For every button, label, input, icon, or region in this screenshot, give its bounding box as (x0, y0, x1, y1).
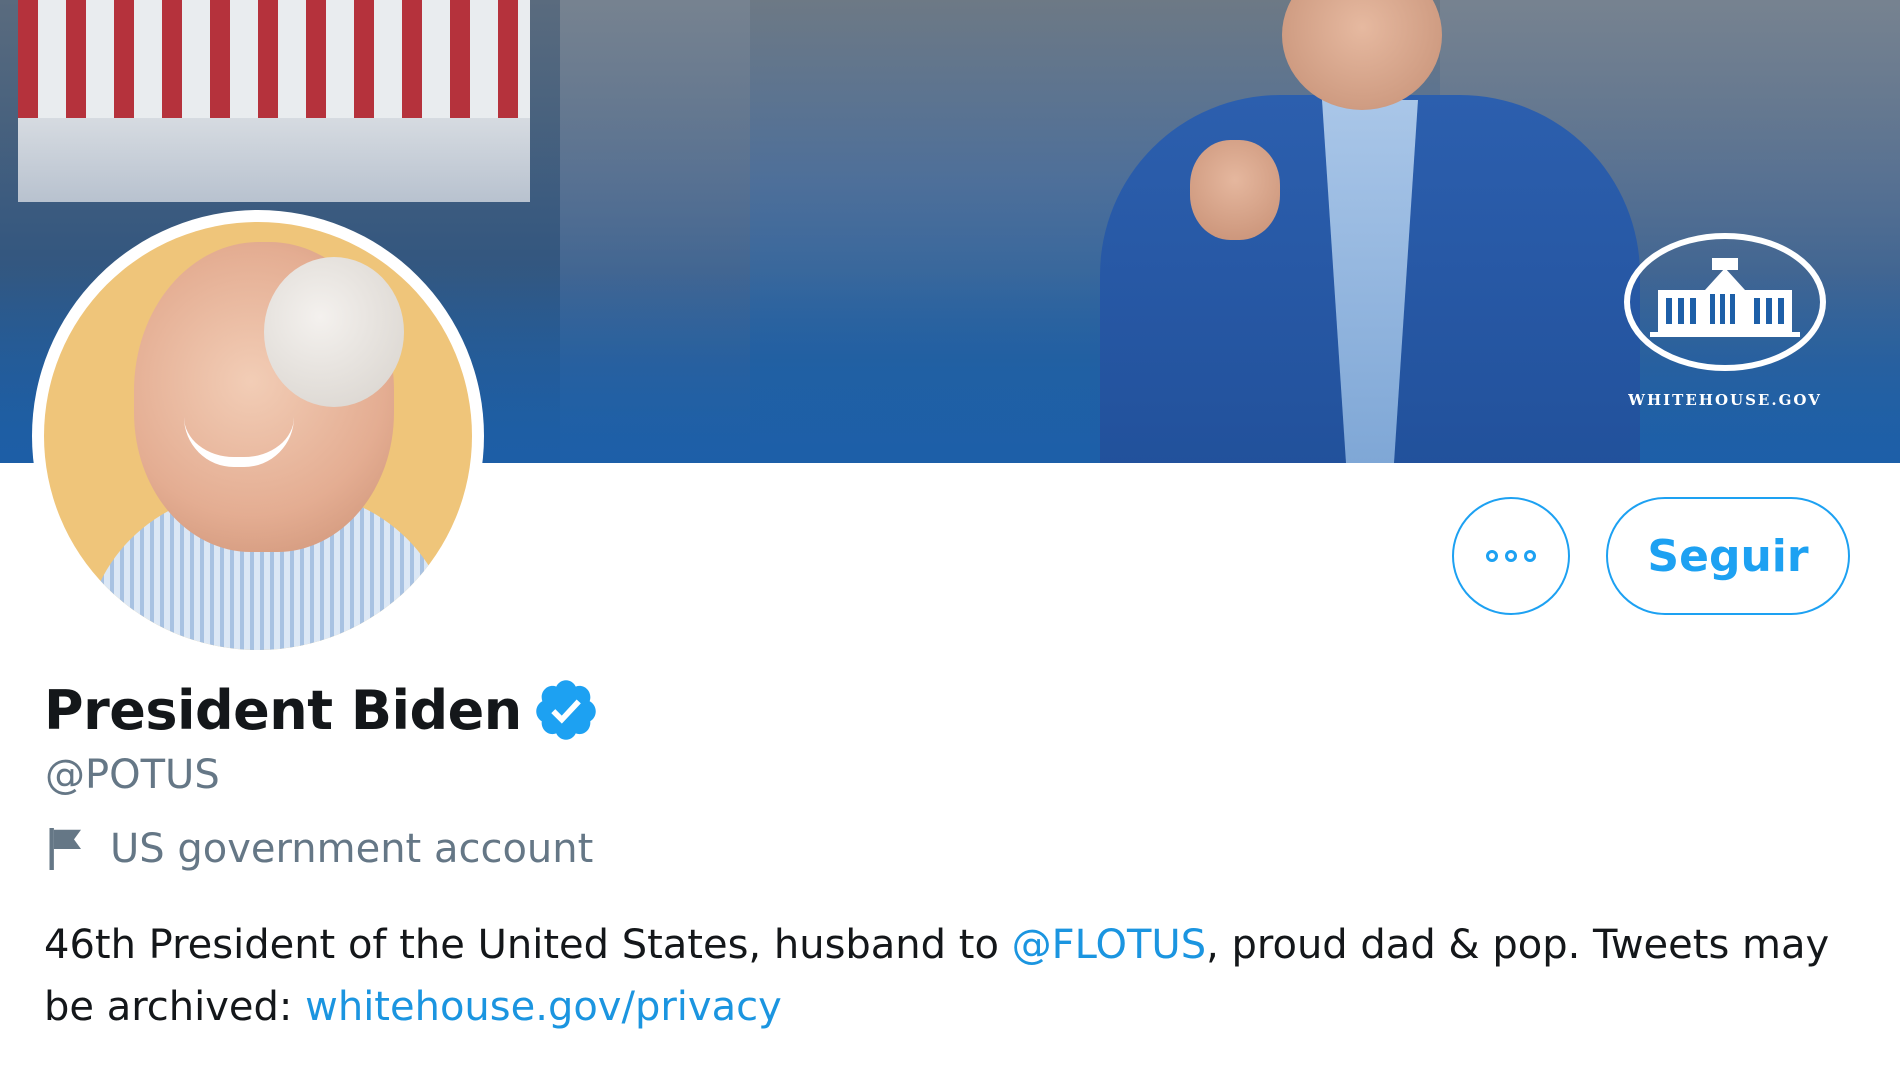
whitehouse-logo-text: WHITEHOUSE.GOV (1628, 391, 1822, 409)
account-label-row: US government account (46, 826, 593, 872)
bio-mention-link[interactable]: @FLOTUS (1012, 922, 1206, 968)
whitehouse-logo-icon (1620, 230, 1830, 410)
avatar-hair (264, 257, 404, 407)
profile-page: WHITEHOUSE.GOV Seguir President Biden @P… (0, 0, 1900, 1069)
profile-bio: 46th President of the United States, hus… (44, 914, 1864, 1038)
account-label: US government account (110, 826, 594, 872)
banner-person-photo (1060, 0, 1660, 463)
profile-display-name: President Biden (44, 678, 522, 742)
bio-privacy-link[interactable]: whitehouse.gov/privacy (305, 984, 782, 1030)
profile-handle: @POTUS (45, 752, 220, 798)
profile-name-row: President Biden (44, 672, 600, 748)
more-options-button[interactable] (1452, 497, 1570, 615)
avatar-photo (44, 222, 472, 650)
more-options-icon (1486, 550, 1536, 562)
verified-badge-icon (535, 680, 596, 740)
banner-person-fist (1190, 140, 1280, 240)
banner-person-head (1282, 0, 1442, 110)
bio-text: 46th President of the United States, hus… (44, 922, 1012, 968)
profile-avatar[interactable] (32, 210, 484, 662)
follow-button[interactable]: Seguir (1606, 497, 1850, 615)
banner-flag-stripes (18, 0, 530, 118)
banner-flag-band (18, 118, 530, 202)
flag-icon (49, 828, 81, 870)
